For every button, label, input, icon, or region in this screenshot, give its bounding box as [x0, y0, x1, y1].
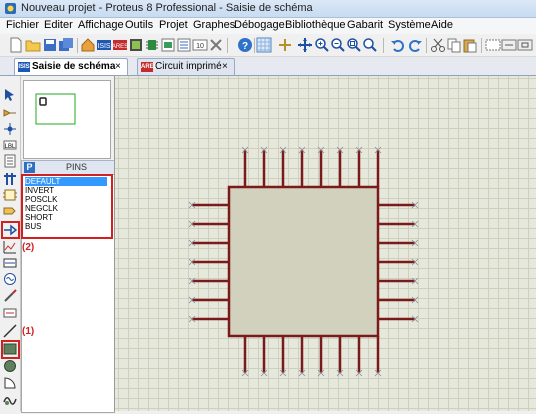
undo-icon[interactable] — [390, 37, 406, 53]
pins-panel-title: PINS — [66, 162, 88, 172]
device-pin-tool-highlight — [1, 221, 20, 239]
pins-panel-header: P PINS — [21, 160, 115, 175]
overview-panel[interactable] — [23, 80, 111, 159]
main-toolbar: ISIS ARES 10 ? — [0, 34, 536, 57]
cut-icon[interactable] — [430, 37, 446, 53]
chip-icon[interactable] — [144, 37, 160, 53]
terminal-icon[interactable] — [3, 204, 17, 218]
home-icon[interactable] — [80, 37, 96, 53]
component-icon[interactable] — [3, 106, 17, 120]
help-icon[interactable]: ? — [237, 37, 253, 53]
redo-icon[interactable] — [407, 37, 423, 53]
annotation-label-2: (2) — [22, 242, 35, 253]
delete-icon[interactable] — [208, 37, 224, 53]
isis-tab-icon: ISIS — [18, 62, 30, 72]
title-bar: Nouveau projet - Proteus 8 Professional … — [0, 0, 536, 18]
menu-affichage[interactable]: Affichage — [78, 19, 124, 31]
arc-icon[interactable] — [3, 376, 17, 390]
tab-label: Circuit imprimé — [155, 61, 222, 72]
menu-debogage[interactable]: Débogage — [234, 19, 285, 31]
wire-label-icon[interactable]: LBL — [3, 138, 17, 152]
pick-device-button[interactable]: P — [24, 162, 35, 173]
svg-text:ARES: ARES — [112, 44, 128, 50]
menu-editer[interactable]: Editer — [44, 19, 73, 31]
subcircuit-icon[interactable] — [3, 188, 17, 202]
svg-text:?: ? — [242, 41, 248, 52]
mode-toolbar: LBL — [0, 76, 21, 411]
document-tabs: ISIS Saisie de schéma × ARES Circuit imp… — [0, 57, 536, 76]
svg-text:LBL: LBL — [5, 144, 16, 150]
zoom-in-icon[interactable] — [314, 37, 330, 53]
block-copy-icon[interactable] — [485, 37, 501, 53]
bus-icon[interactable] — [3, 172, 17, 186]
tab-close-icon[interactable]: × — [115, 59, 121, 75]
menu-aide[interactable]: Aide — [431, 19, 453, 31]
menu-bibliotheque[interactable]: Bibliothèque — [285, 19, 346, 31]
menu-systeme[interactable]: Système — [388, 19, 431, 31]
source-code-icon[interactable]: 10 — [192, 37, 208, 53]
3d-visualizer-icon[interactable] — [128, 37, 144, 53]
menu-outils[interactable]: Outils — [125, 19, 153, 31]
ares-icon[interactable]: ARES — [112, 37, 128, 53]
menu-fichier[interactable]: Fichier — [6, 19, 39, 31]
tab-saisie-de-schema[interactable]: ISIS Saisie de schéma × — [14, 58, 128, 75]
proteus-app-icon[interactable] — [4, 2, 17, 15]
pan-icon[interactable] — [297, 37, 313, 53]
copy-icon[interactable] — [446, 37, 462, 53]
tab-label: Saisie de schéma — [32, 61, 116, 72]
component-body[interactable] — [227, 185, 380, 338]
current-probe-icon[interactable] — [3, 306, 17, 320]
svg-text:10: 10 — [196, 43, 204, 50]
zoom-out-icon[interactable] — [330, 37, 346, 53]
schematic-drawing — [188, 146, 419, 377]
svg-text:ISIS: ISIS — [97, 43, 111, 50]
new-file-icon[interactable] — [8, 37, 24, 53]
isis-icon[interactable]: ISIS — [96, 37, 112, 53]
graph-icon[interactable] — [3, 240, 17, 254]
save-all-icon[interactable] — [58, 37, 74, 53]
bom-icon[interactable] — [176, 37, 192, 53]
window-title: Nouveau projet - Proteus 8 Professional … — [21, 2, 313, 14]
generator-icon[interactable] — [3, 272, 17, 286]
zoom-area-icon[interactable] — [362, 37, 378, 53]
block-rotate-icon[interactable] — [517, 37, 533, 53]
junction-icon[interactable] — [3, 122, 17, 136]
origin-icon[interactable] — [277, 37, 293, 53]
menu-graphes[interactable]: Graphes — [193, 19, 235, 31]
overview-preview — [35, 93, 76, 125]
zoom-all-icon[interactable] — [346, 37, 362, 53]
tape-recorder-icon[interactable] — [3, 256, 17, 270]
ares-tab-icon: ARES — [141, 62, 158, 72]
box-tool-highlight — [1, 340, 20, 359]
menu-gabarit[interactable]: Gabarit — [347, 19, 383, 31]
menu-projet[interactable]: Projet — [159, 19, 188, 31]
tab-circuit-imprime[interactable]: ARES Circuit imprimé × — [137, 58, 235, 75]
path-icon[interactable] — [3, 393, 17, 407]
voltage-probe-icon[interactable] — [3, 289, 17, 303]
annotation-label-1: (1) — [22, 326, 35, 337]
line-icon[interactable] — [3, 324, 17, 338]
menu-bar: Fichier Editer Affichage Outils Projet G… — [0, 18, 536, 34]
gerber-icon[interactable] — [160, 37, 176, 53]
open-folder-icon[interactable] — [25, 37, 41, 53]
block-move-icon[interactable] — [501, 37, 517, 53]
pins-list-highlight — [21, 174, 113, 239]
grid-icon[interactable] — [256, 37, 272, 53]
paste-icon[interactable] — [462, 37, 478, 53]
tab-close-icon[interactable]: × — [222, 59, 228, 75]
select-icon[interactable] — [3, 88, 17, 102]
circle-icon[interactable] — [3, 359, 17, 373]
text-script-icon[interactable] — [3, 154, 17, 168]
save-icon[interactable] — [42, 37, 58, 53]
schematic-canvas[interactable] — [114, 76, 536, 411]
